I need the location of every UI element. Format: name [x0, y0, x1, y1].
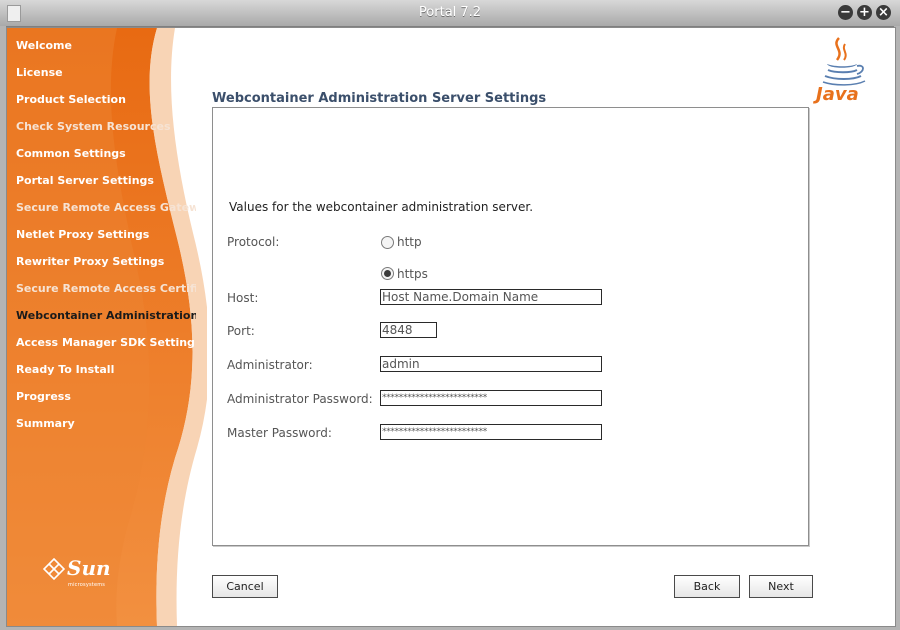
host-label: Host: [227, 291, 259, 305]
port-input[interactable] [380, 322, 437, 338]
page-title: Webcontainer Administration Server Setti… [212, 91, 547, 106]
intro-text: Values for the webcontainer administrati… [229, 200, 534, 214]
maximize-icon[interactable]: + [857, 5, 872, 20]
sidebar-item-netlet-proxy-settings: Netlet Proxy Settings [16, 228, 150, 241]
sidebar-item-summary: Summary [16, 417, 75, 430]
window-title: Portal 7.2 [418, 5, 482, 20]
back-button[interactable]: Back [674, 575, 740, 598]
sidebar-item-rewriter-proxy-settings: Rewriter Proxy Settings [16, 255, 165, 268]
administrator-password-input[interactable] [380, 390, 602, 406]
sidebar-item-welcome: Welcome [16, 39, 72, 52]
java-logo-text: Java [816, 84, 859, 105]
sidebar-item-progress: Progress [16, 390, 71, 403]
port-label: Port: [227, 324, 255, 338]
master-password-label: Master Password: [227, 426, 332, 440]
sidebar-nav: Welcome License Product Selection Check … [16, 39, 196, 444]
sidebar-item-check-system-resources: Check System Resources [16, 120, 171, 133]
protocol-https-label[interactable]: https [397, 267, 428, 281]
sidebar-item-webcontainer-administration: Webcontainer Administration S [16, 309, 196, 322]
sun-logo-text: Sun [67, 556, 111, 580]
sidebar-item-common-settings: Common Settings [16, 147, 126, 160]
cancel-button[interactable]: Cancel [212, 575, 278, 598]
administrator-input[interactable] [380, 356, 602, 372]
administrator-label: Administrator: [227, 358, 313, 372]
protocol-label: Protocol: [227, 235, 280, 249]
minimize-icon[interactable]: − [838, 5, 853, 20]
protocol-http-label[interactable]: http [397, 235, 422, 249]
sidebar-item-portal-server-settings: Portal Server Settings [16, 174, 154, 187]
sun-diamond-icon [43, 558, 65, 580]
close-icon[interactable]: × [876, 5, 891, 20]
sidebar-item-secure-remote-access-certificate: Secure Remote Access Certific [16, 282, 196, 295]
master-password-input[interactable] [380, 424, 602, 440]
protocol-https-radio[interactable] [381, 267, 394, 280]
installer-window: Welcome License Product Selection Check … [6, 27, 896, 627]
sidebar-item-ready-to-install: Ready To Install [16, 363, 115, 376]
title-bar: Portal 7.2 − + × [0, 0, 900, 27]
host-input[interactable] [380, 289, 602, 305]
protocol-http-radio[interactable] [381, 236, 394, 249]
next-button[interactable]: Next [749, 575, 813, 598]
sidebar-item-license: License [16, 66, 63, 79]
sidebar-item-product-selection: Product Selection [16, 93, 126, 106]
administrator-password-label: Administrator Password: [227, 392, 373, 406]
sun-logo-subtext: microsystems [68, 582, 106, 588]
sidebar-item-access-manager-sdk-settings: Access Manager SDK Setting [16, 336, 195, 349]
settings-panel: Values for the webcontainer administrati… [212, 107, 809, 546]
sidebar-item-secure-remote-access-gateway: Secure Remote Access Gatewa [16, 201, 196, 214]
